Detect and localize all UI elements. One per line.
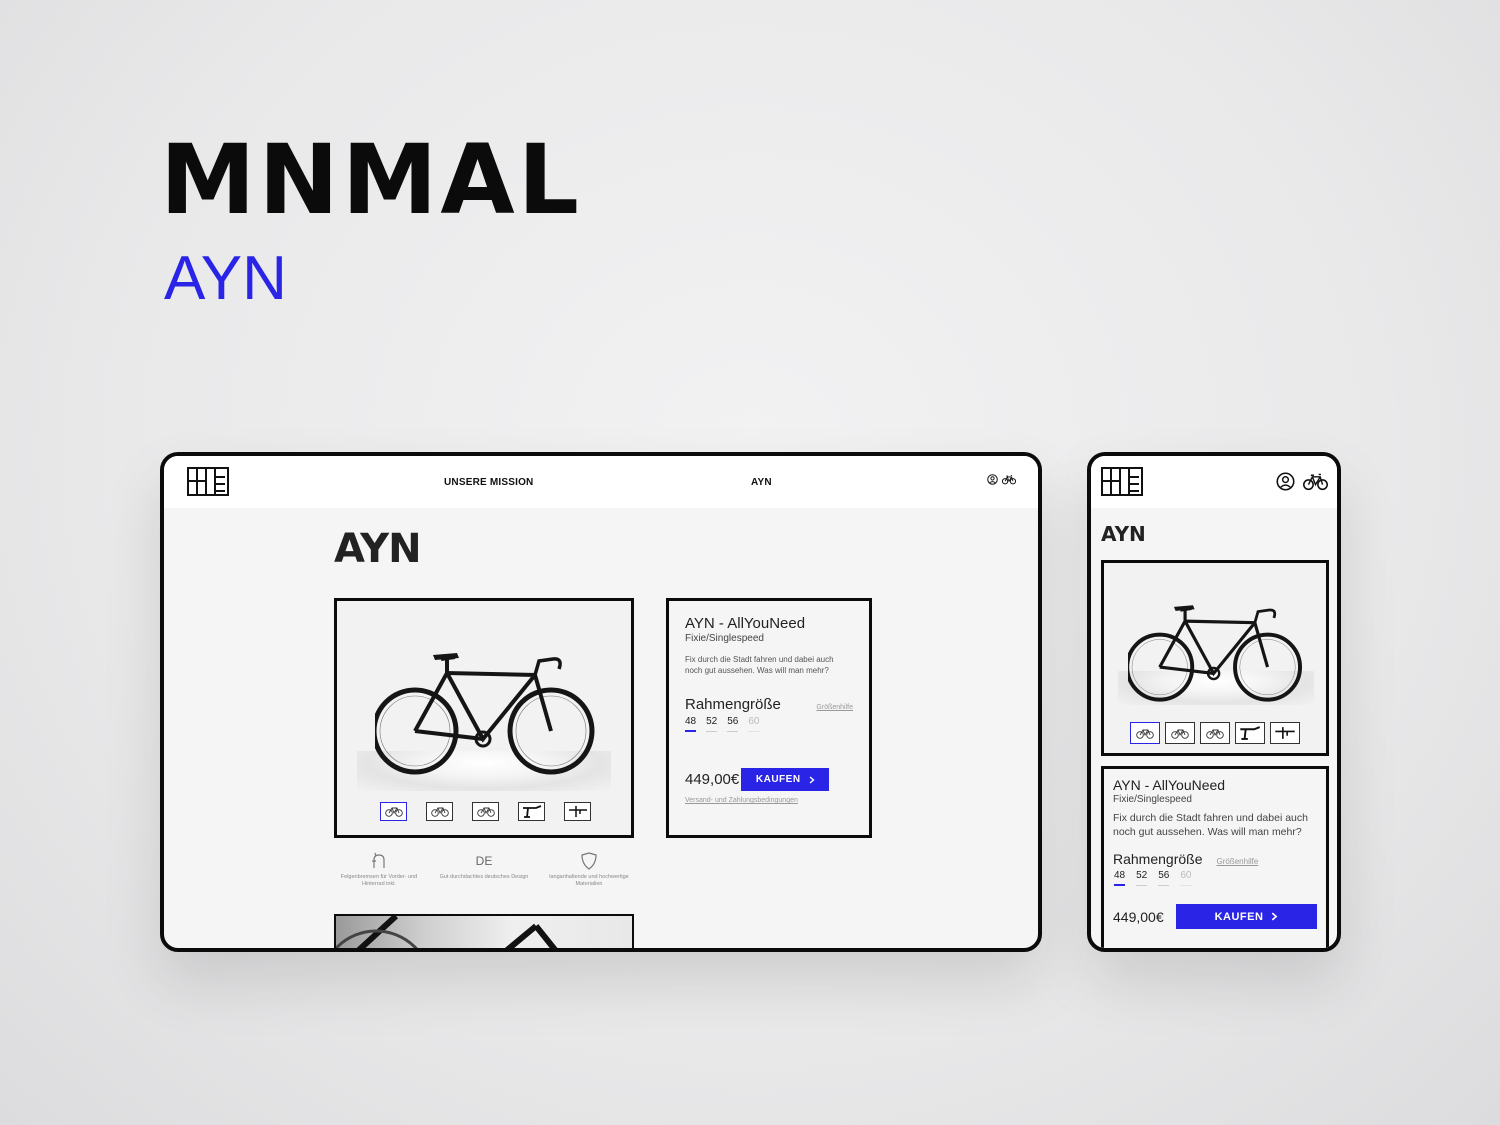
logo[interactable] xyxy=(1101,467,1143,496)
de-label: DE xyxy=(475,854,493,868)
product-info-card: AYN - AllYouNeed Fixie/Singlespeed Fix d… xyxy=(666,598,872,838)
product-image-card xyxy=(1101,560,1329,756)
size-help-link[interactable]: Größenhilfe xyxy=(1217,857,1259,866)
logo[interactable] xyxy=(187,467,229,496)
thumbnail-frame-detail[interactable] xyxy=(1270,722,1300,744)
feature-list: Felgenbremsen für Vorder- und Hinterrad … xyxy=(334,851,634,888)
thumbnail-bike-side[interactable] xyxy=(1200,722,1230,744)
mobile-mockup: AYN AYN - AllYouNeed Fixie/Singlespeed F… xyxy=(1087,452,1341,952)
secondary-product-image xyxy=(334,914,634,948)
mobile-navbar xyxy=(1091,456,1337,508)
chevron-right-icon xyxy=(1272,912,1278,921)
size-option-56[interactable]: 56 xyxy=(727,716,739,732)
product-name: AYN - AllYouNeed xyxy=(1113,777,1226,793)
buy-button[interactable]: KAUFEN xyxy=(741,768,830,791)
size-option-48[interactable]: 48 xyxy=(1114,870,1126,886)
shipping-terms-link[interactable]: Versand- und Zahlungsbedingungen xyxy=(685,797,853,804)
bike-image xyxy=(375,653,595,775)
feature-text: Felgenbremsen für Vorder- und Hinterrad … xyxy=(340,874,418,887)
bike-icon[interactable] xyxy=(1002,474,1016,485)
product-price: 449,00€ xyxy=(685,771,740,788)
product-description: Fix durch die Stadt fahren und dabei auc… xyxy=(1113,812,1308,838)
product-name: AYN - AllYouNeed xyxy=(685,615,806,632)
thumbnail-frame-detail[interactable] xyxy=(564,802,591,821)
chevron-right-icon xyxy=(809,775,815,784)
size-option-60: 60 xyxy=(748,716,760,732)
thumbnail-handlebar[interactable] xyxy=(1235,722,1265,744)
size-option-60: 60 xyxy=(1180,870,1192,886)
user-icon[interactable] xyxy=(987,474,998,485)
thumbnail-bike-angle[interactable] xyxy=(426,802,453,821)
nav-link-mission[interactable]: UNSERE MISSION xyxy=(444,477,533,488)
desktop-mockup: UNSERE MISSION AYN AYN AYN - AllYouNeed … xyxy=(160,452,1042,952)
size-title: Rahmengröße xyxy=(685,696,781,713)
feature-text: langanhaltende und hochwertige Materiali… xyxy=(549,874,629,887)
product-type: Fixie/Singlespeed xyxy=(685,633,764,644)
thumbnail-bike-side[interactable] xyxy=(472,802,499,821)
buy-button-label: KAUFEN xyxy=(755,774,801,785)
bike-icon[interactable] xyxy=(1303,472,1328,491)
brand-title: MNMAL xyxy=(160,124,582,236)
product-description: Fix durch die Stadt fahren und dabei auc… xyxy=(685,655,834,675)
size-title: Rahmengröße xyxy=(1113,851,1203,867)
buy-button-label: KAUFEN xyxy=(1214,910,1264,923)
page-title: AYN xyxy=(334,526,422,572)
desktop-navbar: UNSERE MISSION AYN xyxy=(164,456,1038,508)
size-option-52[interactable]: 52 xyxy=(1136,870,1148,886)
thumbnail-bike-angle[interactable] xyxy=(1165,722,1195,744)
size-option-56[interactable]: 56 xyxy=(1158,870,1170,886)
buy-button[interactable]: KAUFEN xyxy=(1176,904,1317,929)
product-price: 449,00€ xyxy=(1113,908,1164,925)
nav-link-ayn[interactable]: AYN xyxy=(751,477,772,488)
size-option-48[interactable]: 48 xyxy=(685,716,697,732)
brand-subtitle: AYN xyxy=(164,244,287,313)
thumbnail-handlebar[interactable] xyxy=(518,802,545,821)
thumbnail-bike-full[interactable] xyxy=(380,802,407,821)
product-type: Fixie/Singlespeed xyxy=(1113,794,1192,805)
page-title: AYN xyxy=(1101,522,1146,546)
thumbnail-bike-full[interactable] xyxy=(1130,722,1160,744)
feature-item: Felgenbremsen für Vorder- und Hinterrad … xyxy=(334,851,424,888)
size-help-link[interactable]: Größenhilfe xyxy=(816,704,853,711)
feature-text: Gut durchdachtes deutsches Design xyxy=(439,874,529,880)
feature-item: langanhaltende und hochwertige Materiali… xyxy=(544,851,634,888)
shield-icon xyxy=(581,852,597,870)
bike-image xyxy=(1128,605,1303,702)
feature-item: DE Gut durchdachtes deutsches Design xyxy=(439,851,529,888)
size-option-52[interactable]: 52 xyxy=(706,716,718,732)
product-info-card: AYN - AllYouNeed Fixie/Singlespeed Fix d… xyxy=(1101,766,1329,948)
brake-icon xyxy=(372,852,385,868)
user-icon[interactable] xyxy=(1276,472,1295,491)
product-image-card xyxy=(334,598,634,838)
